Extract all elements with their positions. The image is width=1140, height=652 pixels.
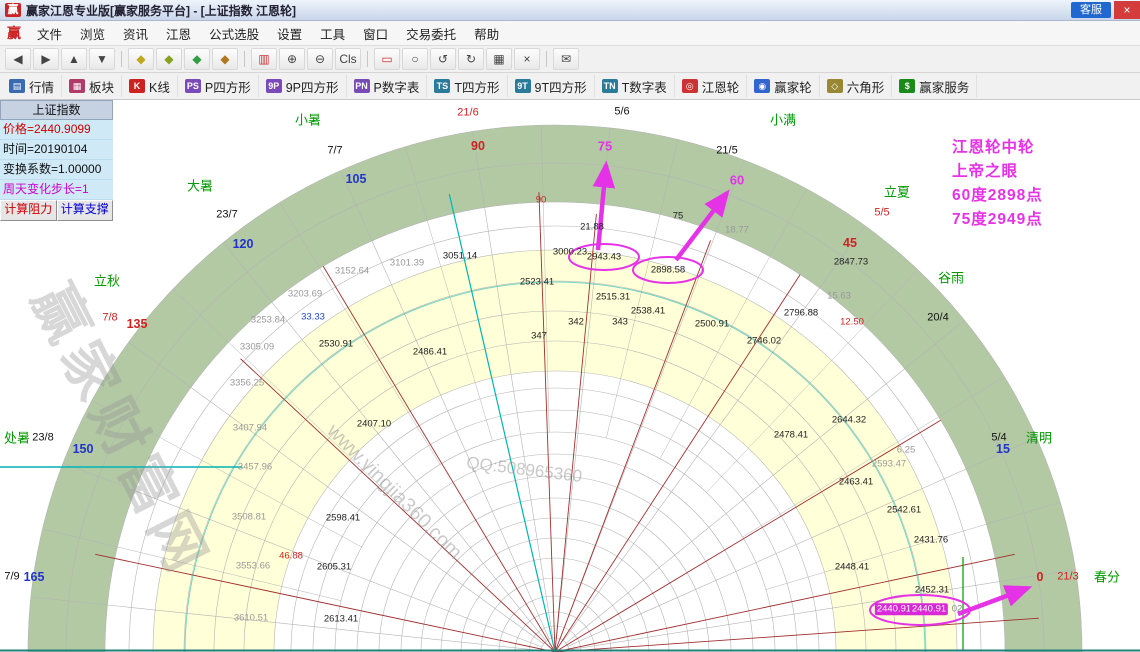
zoom-out-icon[interactable]: ⊖ [307, 48, 333, 70]
menu-item-公式选股[interactable]: 公式选股 [200, 28, 268, 42]
ribbon-label: 板块 [89, 77, 114, 96]
menu-item-江恩[interactable]: 江恩 [157, 28, 200, 42]
ribbon-button-K线[interactable]: K K线 [122, 75, 178, 97]
window-title: 赢家江恩专业版[赢家服务平台] - [上证指数 江恩轮] [26, 2, 296, 19]
ribbon-button-赢家轮[interactable]: ◉ 赢家轮 [747, 75, 820, 97]
diamond-olive-icon[interactable]: ◆ [156, 48, 182, 70]
menu-item-工具[interactable]: 工具 [311, 28, 354, 42]
calc-button-计算支撑[interactable]: 计算支撑 [57, 200, 114, 221]
ribbon-label: 9P四方形 [286, 77, 339, 96]
annotation-line: 江恩轮中轮 [952, 136, 1043, 160]
app-logo-icon: 赢 [5, 3, 21, 17]
ribbon-label: T数字表 [622, 77, 667, 96]
ribbon-button-行情[interactable]: ▤ 行情 [2, 75, 62, 97]
ribbon-button-9T四方形[interactable]: 9T 9T四方形 [508, 75, 595, 97]
ribbon-label: 六角形 [847, 77, 885, 96]
板块-icon: ▦ [69, 79, 85, 93]
pointer-up-icon[interactable]: ▲ [61, 48, 87, 70]
clear-button[interactable]: Cls [335, 48, 361, 70]
9T四方形-icon: 9T [515, 79, 531, 93]
K线-icon: K [129, 79, 145, 93]
T四方形-icon: TS [434, 79, 450, 93]
diamond-yellow-icon[interactable]: ◆ [128, 48, 154, 70]
ribbon-button-T数字表[interactable]: TN T数字表 [595, 75, 675, 97]
info-panel: 上证指数 价格=2440.9099时间=20190104变换系数=1.00000… [0, 100, 113, 221]
rotate-left-icon[interactable]: ↺ [430, 48, 456, 70]
ribbon-label: K线 [149, 77, 170, 96]
toolbar-separator [367, 51, 368, 67]
T数字表-icon: TN [602, 79, 618, 93]
menu-item-窗口[interactable]: 窗口 [354, 28, 397, 42]
ribbon-label: P数字表 [374, 77, 420, 96]
ribbon-button-赢家服务[interactable]: $ 赢家服务 [892, 75, 977, 97]
nav-left-icon[interactable]: ◀ [5, 48, 31, 70]
P数字表-icon: PN [354, 79, 370, 93]
ribbon-button-P数字表[interactable]: PN P数字表 [347, 75, 428, 97]
ribbon-label: P四方形 [205, 77, 251, 96]
ribbon-label: 赢家轮 [774, 77, 812, 96]
nav-right-icon[interactable]: ▶ [33, 48, 59, 70]
circle-draw-icon[interactable]: ○ [402, 48, 428, 70]
erase-icon[interactable]: × [514, 48, 540, 70]
P四方形-icon: PS [185, 79, 201, 93]
title-bar: 赢 赢家江恩专业版[赢家服务平台] - [上证指数 江恩轮] 客服 × [0, 0, 1140, 21]
toolbar-separator [546, 51, 547, 67]
annotation-line: 上帝之眼 [952, 160, 1043, 184]
menu-bar: 赢 文件浏览资讯江恩公式选股设置工具窗口交易委托帮助 [0, 21, 1140, 46]
pointer-down-icon[interactable]: ▼ [89, 48, 115, 70]
customer-service-button[interactable]: 客服 [1071, 2, 1111, 18]
ribbon-button-T四方形[interactable]: TS T四方形 [427, 75, 507, 97]
kline-icon[interactable]: ▥ [251, 48, 277, 70]
menu-item-浏览[interactable]: 浏览 [71, 28, 114, 42]
江恩轮-icon: ◎ [682, 79, 698, 93]
info-row: 时间=20190104 [0, 140, 113, 160]
info-row: 价格=2440.9099 [0, 120, 113, 140]
menu-item-文件[interactable]: 文件 [28, 28, 71, 42]
brand-icon: 赢 [7, 23, 21, 43]
ribbon-button-P四方形[interactable]: PS P四方形 [178, 75, 259, 97]
ribbon-label: 江恩轮 [702, 77, 740, 96]
ribbon-label: 9T四方形 [535, 77, 587, 96]
ribbon-label: 行情 [29, 77, 54, 96]
annotation-line: 60度2898点 [952, 184, 1043, 208]
annotation-line: 75度2949点 [952, 208, 1043, 232]
ribbon-button-六角形[interactable]: ◇ 六角形 [820, 75, 893, 97]
ribbon-button-板块[interactable]: ▦ 板块 [62, 75, 122, 97]
diamond-green-icon[interactable]: ◆ [184, 48, 210, 70]
info-row: 周天变化步长=1 [0, 180, 113, 200]
menu-item-设置[interactable]: 设置 [268, 28, 311, 42]
diamond-amber-icon[interactable]: ◆ [212, 48, 238, 70]
ribbon-label: 赢家服务 [919, 77, 969, 96]
close-button[interactable]: × [1114, 1, 1140, 19]
赢家服务-icon: $ [899, 79, 915, 93]
rotate-right-icon[interactable]: ↻ [458, 48, 484, 70]
module-toolbar: ▤ 行情 ▦ 板块 K K线 PS P四方形 9P 9P四方形 PN P数字表 TS T四方形 9T 9T四方… [0, 73, 1140, 100]
六角形-icon: ◇ [827, 79, 843, 93]
menu-items: 文件浏览资讯江恩公式选股设置工具窗口交易委托帮助 [28, 24, 508, 43]
zoom-in-icon[interactable]: ⊕ [279, 48, 305, 70]
grid-icon[interactable]: ▦ [486, 48, 512, 70]
menu-item-交易委托[interactable]: 交易委托 [397, 28, 465, 42]
info-panel-header: 上证指数 [0, 100, 113, 120]
message-icon[interactable]: ✉ [553, 48, 579, 70]
ribbon-label: T四方形 [454, 77, 499, 96]
赢家轮-icon: ◉ [754, 79, 770, 93]
calc-button-计算阻力[interactable]: 计算阻力 [0, 200, 57, 221]
行情-icon: ▤ [9, 79, 25, 93]
toolbar-separator [244, 51, 245, 67]
drawing-toolbar: ◀▶▲▼◆◆◆◆▥⊕⊖Cls▭○↺↻▦×✉ [0, 46, 1140, 73]
9P四方形-icon: 9P [266, 79, 282, 93]
info-panel-rows: 价格=2440.9099时间=20190104变换系数=1.00000周天变化步… [0, 120, 113, 200]
toolbar-separator [121, 51, 122, 67]
info-row: 变换系数=1.00000 [0, 160, 113, 180]
ribbon-button-9P四方形[interactable]: 9P 9P四方形 [259, 75, 347, 97]
ribbon-button-江恩轮[interactable]: ◎ 江恩轮 [675, 75, 748, 97]
menu-item-帮助[interactable]: 帮助 [465, 28, 508, 42]
info-panel-buttons: 计算阻力计算支撑 [0, 200, 113, 221]
gann-annotation: 江恩轮中轮上帝之眼60度2898点75度2949点 [952, 136, 1043, 232]
rect-draw-icon[interactable]: ▭ [374, 48, 400, 70]
menu-item-资讯[interactable]: 资讯 [114, 28, 157, 42]
